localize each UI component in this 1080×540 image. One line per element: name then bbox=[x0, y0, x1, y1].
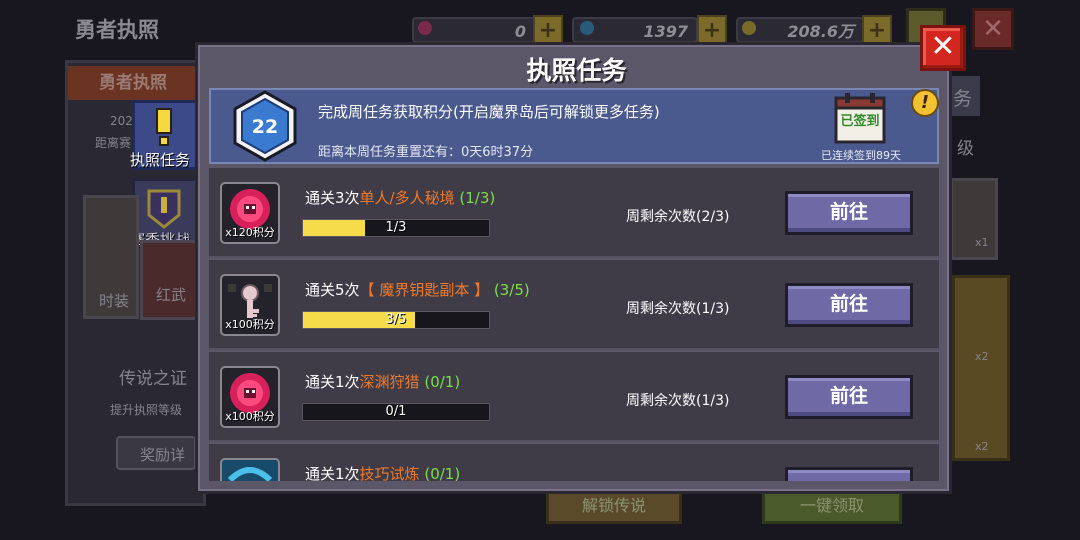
go-button[interactable]: 前往 bbox=[785, 191, 913, 235]
task-name: 通关3次单人/多人秘境 (1/3) bbox=[305, 189, 496, 207]
task-row: x100积分 通关5次【 魔界钥匙副本 】 (3/5) 3/5 周剩余次数(1/… bbox=[209, 260, 939, 350]
go-button[interactable]: 前往 bbox=[785, 375, 913, 419]
red-weapon-label: 红武 bbox=[156, 286, 187, 304]
season-countdown: 距离赛 bbox=[95, 136, 132, 150]
dialog-title: 执照任务 bbox=[526, 56, 627, 85]
reward-item-1-count: x1 bbox=[975, 236, 989, 249]
monster-portal-icon: x120积分 bbox=[220, 182, 280, 244]
weekly-remaining-count: 周剩余次数(1/3) bbox=[626, 393, 730, 409]
level-hex-badge: 22 bbox=[233, 90, 297, 162]
coin-icon bbox=[742, 21, 756, 35]
skill-trial-icon bbox=[220, 458, 280, 481]
signed-in-label: 已签到 bbox=[840, 114, 880, 129]
task-name: 通关1次技巧试炼 (0/1) bbox=[305, 465, 461, 481]
level-number: 22 bbox=[252, 116, 278, 138]
task-row: x120积分 通关3次单人/多人秘境 (1/3) 1/3 周剩余次数(2/3) … bbox=[209, 168, 939, 258]
task-name: 通关5次【 魔界钥匙副本 】 (3/5) bbox=[305, 281, 530, 299]
weekly-remaining-count: 周剩余次数(1/3) bbox=[626, 301, 730, 317]
reward-detail-button[interactable]: 奖励详 bbox=[116, 436, 196, 470]
weekly-remaining-count: 周剩余次数(2/3) bbox=[626, 209, 730, 225]
reward-item-2-count: x2 bbox=[975, 350, 989, 363]
task-progress-bar: 0/1 bbox=[302, 403, 490, 421]
right-tab-label: 务 bbox=[953, 88, 973, 110]
key-icon: x100积分 bbox=[220, 274, 280, 336]
go-button[interactable]: 前往 bbox=[785, 283, 913, 327]
add-gems-button[interactable]: + bbox=[533, 15, 563, 45]
reward-item-3-count: x2 bbox=[975, 440, 989, 453]
red-weapon-tile[interactable] bbox=[140, 240, 198, 320]
reward-item-1 bbox=[950, 178, 998, 260]
energy-icon bbox=[580, 21, 594, 35]
weekly-reset-timer: 距离本周任务重置还有：0天6时37分 bbox=[318, 145, 534, 160]
task-row: 通关1次技巧试炼 (0/1) bbox=[209, 444, 939, 481]
task-reward: x100积分 bbox=[225, 318, 275, 331]
costume-label: 时装 bbox=[99, 292, 130, 310]
task-row: x100积分 通关1次深渊狩猎 (0/1) 0/1 周剩余次数(1/3) 前往 bbox=[209, 352, 939, 442]
task-progress-bar: 3/5 bbox=[302, 311, 490, 329]
monster-portal-icon: x100积分 bbox=[220, 366, 280, 428]
right-level-label: 级 bbox=[957, 139, 974, 159]
screen-title: 勇者执照 bbox=[75, 18, 159, 42]
close-button[interactable]: ✕ bbox=[920, 25, 966, 71]
signin-streak: 已连续签到89天 bbox=[821, 149, 901, 162]
alert-icon[interactable]: ! bbox=[911, 89, 939, 117]
weekly-description: 完成周任务获取积分(开启魔界岛后可解锁更多任务) bbox=[318, 103, 660, 121]
legend-desc: 提升执照等级 bbox=[110, 403, 183, 417]
license-banner: 勇者执照 bbox=[68, 66, 198, 100]
background-close-button[interactable]: ✕ bbox=[972, 8, 1014, 50]
task-reward: x120积分 bbox=[225, 226, 275, 239]
gem-icon bbox=[418, 21, 432, 35]
add-energy-button[interactable]: + bbox=[697, 15, 727, 45]
tab-license-tasks-label: 执照任务 bbox=[130, 151, 191, 169]
go-button[interactable] bbox=[785, 467, 913, 481]
task-list[interactable]: x120积分 通关3次单人/多人秘境 (1/3) 1/3 周剩余次数(2/3) … bbox=[209, 168, 939, 481]
legend-title: 传说之证 bbox=[119, 369, 187, 389]
task-reward: x100积分 bbox=[225, 410, 275, 423]
task-name: 通关1次深渊狩猎 (0/1) bbox=[305, 373, 461, 391]
reward-column bbox=[952, 275, 1010, 461]
season-date: 202 bbox=[110, 114, 133, 128]
add-gold-button[interactable]: + bbox=[862, 15, 892, 45]
task-progress-bar: 1/3 bbox=[302, 219, 490, 237]
